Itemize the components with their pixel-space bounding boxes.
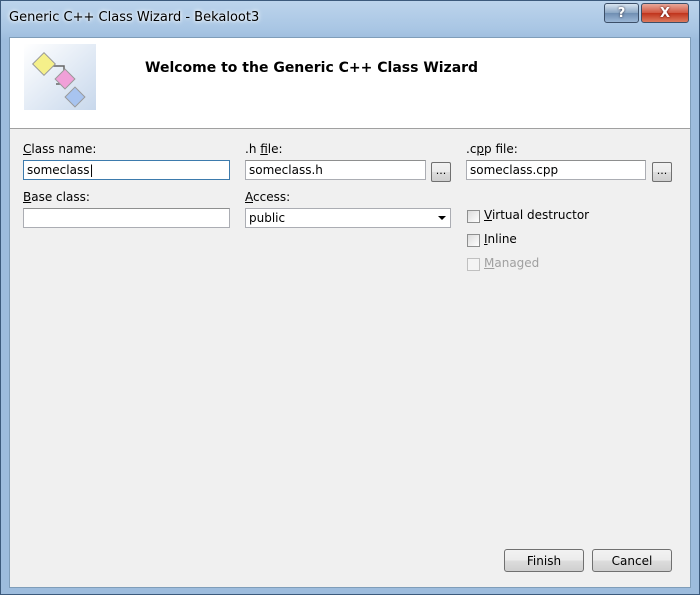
base-class-label: Base class:	[23, 190, 90, 204]
wizard-window: Generic C++ Class Wizard - Bekaloot3 ? X	[0, 0, 700, 595]
dropdown-arrow-icon	[438, 216, 446, 220]
wizard-title: Welcome to the Generic C++ Class Wizard	[145, 60, 479, 76]
class-wizard-logo-icon	[24, 44, 96, 110]
help-button[interactable]: ?	[604, 3, 639, 23]
access-selected-value: public	[249, 211, 286, 225]
h-file-input[interactable]: someclass.h	[245, 160, 426, 180]
cancel-button[interactable]: Cancel	[592, 549, 672, 572]
class-name-input[interactable]: someclass|	[23, 160, 230, 180]
managed-label: Managed	[484, 256, 540, 270]
managed-checkbox	[467, 258, 480, 271]
dialog-client-area: Welcome to the Generic C++ Class Wizard …	[9, 37, 691, 588]
class-name-label: Class name:	[23, 142, 97, 156]
title-bar[interactable]: Generic C++ Class Wizard - Bekaloot3 ? X	[1, 1, 699, 37]
close-button[interactable]: X	[641, 3, 689, 23]
inline-label[interactable]: Inline	[484, 232, 517, 246]
base-class-input[interactable]	[23, 208, 230, 228]
virtual-destructor-label[interactable]: Virtual destructor	[484, 208, 589, 222]
inline-checkbox[interactable]	[467, 234, 480, 247]
wizard-header: Welcome to the Generic C++ Class Wizard	[10, 38, 690, 129]
cpp-file-input[interactable]: someclass.cpp	[466, 160, 646, 180]
access-dropdown[interactable]: public	[245, 208, 451, 228]
virtual-destructor-checkbox[interactable]	[467, 210, 480, 223]
h-file-label: .h file:	[245, 142, 283, 156]
help-icon: ?	[617, 5, 626, 21]
window-title: Generic C++ Class Wizard - Bekaloot3	[9, 10, 260, 25]
h-file-browse-button[interactable]: ...	[431, 162, 451, 182]
cpp-file-browse-button[interactable]: ...	[652, 162, 672, 182]
access-label: Access:	[245, 190, 291, 204]
close-icon: X	[659, 5, 671, 21]
finish-button[interactable]: Finish	[504, 549, 584, 572]
cpp-file-label: .cpp file:	[466, 142, 518, 156]
